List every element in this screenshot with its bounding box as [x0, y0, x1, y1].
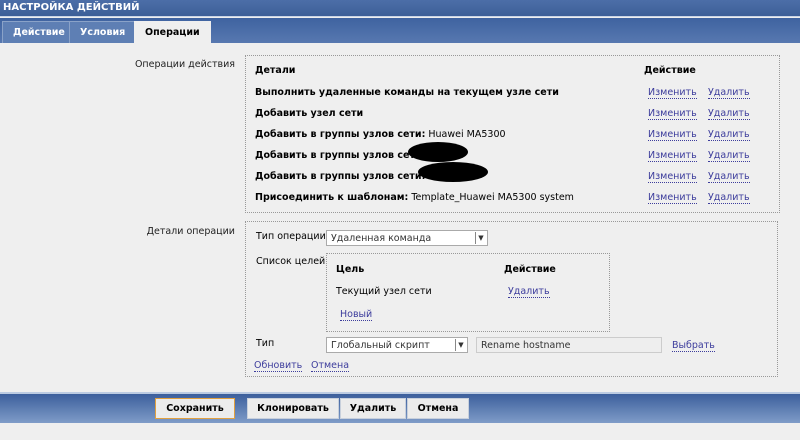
tab-action[interactable]: Действие	[2, 21, 76, 43]
col-target-action: Действие	[504, 264, 556, 275]
operation-title: Добавить в группы узлов сети:	[255, 171, 426, 182]
page-title: НАСТРОЙКА ДЕЙСТВИЙ	[0, 0, 800, 17]
chevron-down-icon: ▼	[455, 339, 466, 351]
tab-bar: Действие Условия Операции	[0, 18, 800, 43]
targets-table: Цель Действие Текущий узел сети Удалить …	[326, 253, 610, 332]
delete-link[interactable]: Удалить	[708, 150, 750, 162]
operation-details: Тип операции Удаленная команда ▼ Список ц…	[245, 221, 778, 377]
edit-link[interactable]: Изменить	[648, 129, 697, 141]
delete-link[interactable]: Удалить	[708, 87, 750, 99]
type-label: Тип	[256, 338, 275, 349]
save-button[interactable]: Сохранить	[155, 398, 235, 419]
cancel-button[interactable]: Отмена	[407, 398, 469, 419]
cancel-link[interactable]: Отмена	[311, 360, 350, 372]
edit-link[interactable]: Изменить	[648, 108, 697, 120]
edit-link[interactable]: Изменить	[648, 171, 697, 183]
operation-title: Добавить в группы узлов сети:	[255, 129, 426, 140]
delete-link[interactable]: Удалить	[708, 192, 750, 204]
script-field[interactable]: Rename hostname	[476, 337, 662, 353]
col-details: Детали	[255, 65, 296, 76]
target-delete-link[interactable]: Удалить	[508, 286, 550, 298]
choose-link[interactable]: Выбрать	[672, 340, 715, 352]
edit-link[interactable]: Изменить	[648, 150, 697, 162]
operation-detail: Template_Huawei MA5300 system	[408, 192, 574, 203]
type-select[interactable]: Глобальный скрипт ▼	[326, 337, 468, 353]
col-target: Цель	[336, 264, 365, 275]
operation-row: Выполнить удаленные команды на текущем у…	[255, 87, 559, 98]
operation-row: Добавить узел сети	[255, 108, 363, 119]
targets-label: Список целей	[256, 256, 326, 267]
new-target-link[interactable]: Новый	[340, 309, 373, 321]
update-link[interactable]: Обновить	[254, 360, 303, 372]
operation-title: Присоединить к шаблонам:	[255, 192, 409, 203]
edit-link[interactable]: Изменить	[648, 87, 697, 99]
tab-operations[interactable]: Операции	[134, 21, 211, 43]
op-type-select[interactable]: Удаленная команда ▼	[326, 230, 488, 246]
op-type-label: Тип операции	[256, 231, 326, 242]
delete-button[interactable]: Удалить	[340, 398, 406, 419]
operation-title: Выполнить удаленные команды на текущем у…	[255, 87, 559, 98]
chevron-down-icon: ▼	[475, 232, 486, 244]
operation-detail: Huawei MA5300	[425, 129, 506, 140]
col-action: Действие	[644, 65, 696, 76]
op-type-value: Удаленная команда	[331, 233, 432, 244]
delete-link[interactable]: Удалить	[708, 171, 750, 183]
clone-button[interactable]: Клонировать	[247, 398, 339, 419]
operation-title: Добавить в группы узлов сети:	[255, 150, 426, 161]
redacted	[418, 162, 488, 182]
operation-title: Добавить узел сети	[255, 108, 364, 119]
edit-link[interactable]: Изменить	[648, 192, 697, 204]
operations-table: Детали Действие Выполнить удаленные кома…	[245, 55, 780, 213]
type-value: Глобальный скрипт	[331, 340, 430, 351]
tab-conditions[interactable]: Условия	[69, 21, 137, 43]
operation-row: Присоединить к шаблонам: Template_Huawei…	[255, 192, 574, 203]
operation-row: Добавить в группы узлов сети:	[255, 150, 425, 161]
target-name: Текущий узел сети	[336, 286, 432, 297]
operation-row: Добавить в группы узлов сети:	[255, 171, 425, 182]
redacted	[408, 142, 468, 162]
operation-row: Добавить в группы узлов сети: Huawei MA5…	[255, 129, 506, 140]
details-label: Детали операции	[146, 226, 235, 237]
delete-link[interactable]: Удалить	[708, 108, 750, 120]
operations-label: Операции действия	[134, 59, 235, 70]
delete-link[interactable]: Удалить	[708, 129, 750, 141]
